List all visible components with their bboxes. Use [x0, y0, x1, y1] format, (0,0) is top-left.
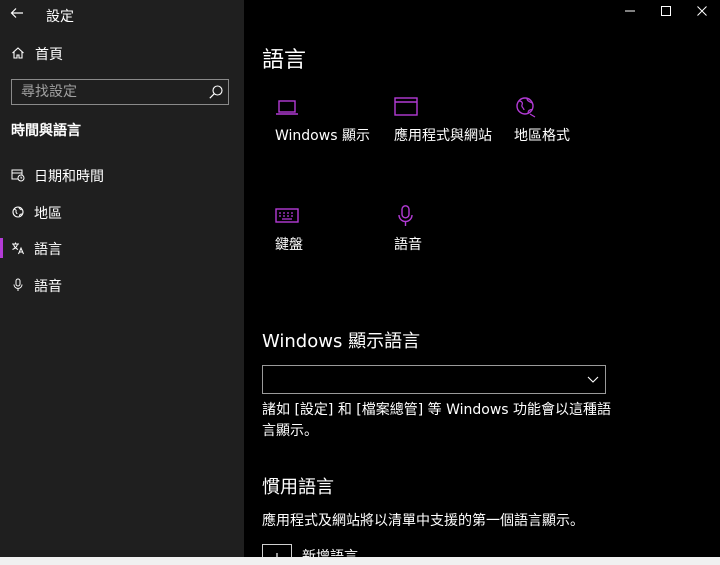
- sidebar-item-label: 語言: [34, 242, 62, 258]
- back-button[interactable]: [4, 2, 30, 24]
- main-content: 語言 Windows 顯示 應用程式與網站 地區格式 鍵盤 語音 Windows…: [244, 0, 720, 565]
- search-input[interactable]: [12, 80, 211, 104]
- app-title: 設定: [46, 9, 74, 25]
- preferred-languages-description: 應用程式及網站將以清單中支援的第一個語言顯示。: [262, 513, 584, 529]
- tile-apps-websites[interactable]: 應用程式與網站: [394, 96, 506, 168]
- sidebar-item-region[interactable]: 地區: [0, 196, 244, 228]
- microphone-icon: [398, 205, 413, 226]
- sidebar-item-label: 語音: [34, 279, 62, 295]
- tile-keyboard[interactable]: 鍵盤: [275, 205, 387, 257]
- display-language-heading: Windows 顯示語言: [262, 331, 421, 352]
- microphone-icon: [13, 278, 23, 291]
- globe-icon: [516, 97, 536, 118]
- chevron-down-icon: [587, 376, 599, 383]
- sidebar-item-home[interactable]: 首頁: [0, 38, 244, 68]
- window-bottom-edge: [0, 557, 720, 565]
- tile-label: 應用程式與網站: [394, 128, 492, 144]
- tile-label: 語音: [394, 237, 422, 253]
- tile-label: 鍵盤: [275, 237, 303, 253]
- sidebar-item-language[interactable]: 語言: [0, 232, 244, 264]
- active-indicator: [0, 238, 3, 258]
- keyboard-icon: [275, 208, 299, 223]
- search-box: [11, 79, 229, 105]
- tile-label: 地區格式: [514, 128, 570, 144]
- sidebar-item-date-time[interactable]: 日期和時間: [0, 159, 244, 191]
- tile-speech[interactable]: 語音: [394, 205, 506, 257]
- globe-icon: [12, 206, 24, 218]
- sidebar-item-label: 地區: [34, 206, 62, 222]
- display-language-dropdown[interactable]: [262, 365, 606, 394]
- laptop-icon: [276, 100, 298, 115]
- home-icon: [12, 47, 24, 59]
- app-window-icon: [394, 97, 418, 116]
- page-title: 語言: [262, 48, 307, 73]
- tile-label: Windows 顯示: [275, 128, 370, 144]
- tile-regional-format[interactable]: 地區格式: [514, 96, 626, 148]
- preferred-languages-heading: 慣用語言: [262, 477, 334, 498]
- sidebar-item-speech[interactable]: 語音: [0, 269, 244, 301]
- language-icon: [12, 242, 24, 255]
- sidebar-section-title: 時間與語言: [11, 123, 81, 139]
- settings-window: 設定 首頁 時間與語言 日期和時間: [0, 0, 720, 565]
- sidebar-item-label: 首頁: [35, 47, 63, 63]
- tile-windows-display[interactable]: Windows 顯示: [275, 96, 387, 148]
- calendar-clock-icon: [11, 169, 25, 182]
- title-bar: 設定: [0, 0, 244, 30]
- search-icon[interactable]: [208, 84, 224, 100]
- back-arrow-icon: [10, 8, 23, 18]
- sidebar-item-label: 日期和時間: [34, 169, 104, 185]
- sidebar: 設定 首頁 時間與語言 日期和時間: [0, 0, 244, 565]
- display-language-description: 諸如 [設定] 和 [檔案總管] 等 Windows 功能會以這種語言顯示。: [262, 402, 612, 439]
